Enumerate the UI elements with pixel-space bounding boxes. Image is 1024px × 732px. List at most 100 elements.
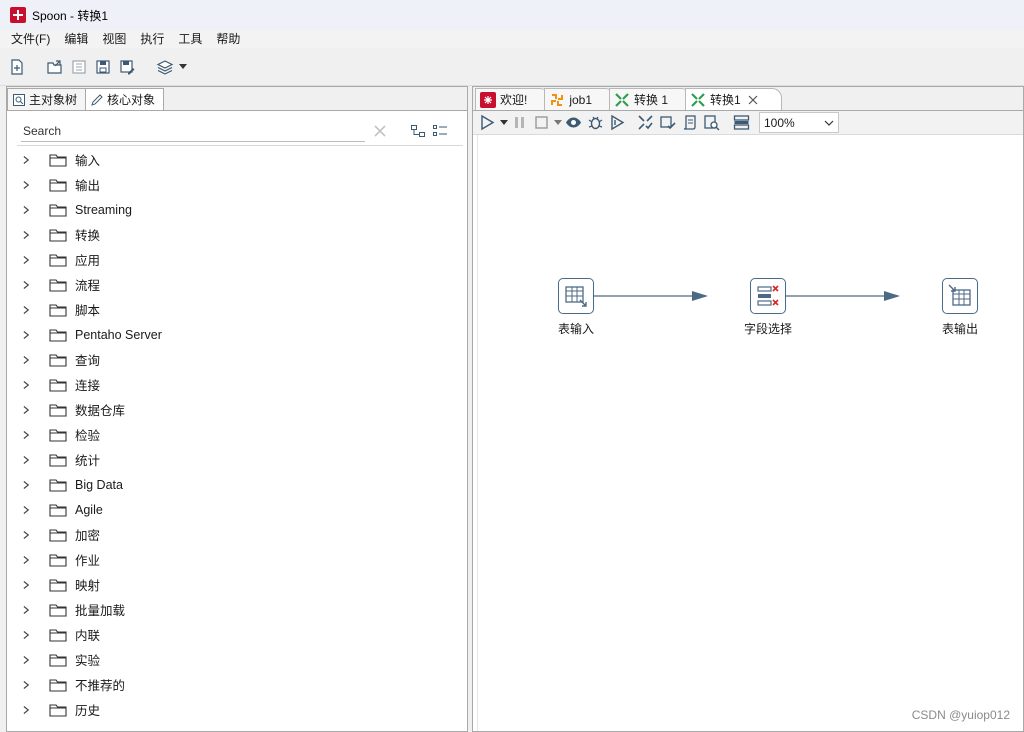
tab-core-objects[interactable]: 核心对象 (85, 88, 165, 110)
tree-category-item[interactable]: 检验 (7, 422, 467, 447)
step-select-values[interactable] (750, 278, 786, 314)
tree-category-item[interactable]: 连接 (7, 372, 467, 397)
chevron-right-icon[interactable] (19, 603, 33, 617)
chevron-right-icon[interactable] (19, 478, 33, 492)
editor-panel: 欢迎! job1 转换 1 转换1 100% 表输入 字段选择 表输出 (472, 86, 1024, 732)
tree-category-item[interactable]: 内联 (7, 622, 467, 647)
run-button[interactable] (477, 113, 497, 133)
tab-transformation-1[interactable]: 转换 1 (609, 88, 692, 110)
tree-category-item[interactable]: Agile (7, 497, 467, 522)
tree-category-item[interactable]: 历史 (7, 697, 467, 722)
verify-button[interactable] (635, 113, 655, 133)
chevron-right-icon[interactable] (19, 228, 33, 242)
new-file-button[interactable] (6, 56, 28, 78)
tree-category-item[interactable]: 转换 (7, 222, 467, 247)
chevron-right-icon[interactable] (19, 678, 33, 692)
chevron-right-icon[interactable] (19, 178, 33, 192)
tree-category-item[interactable]: 查询 (7, 347, 467, 372)
chevron-right-icon[interactable] (19, 278, 33, 292)
tree-category-item[interactable]: 加密 (7, 522, 467, 547)
tab-welcome[interactable]: 欢迎! (475, 88, 551, 110)
tree-category-item[interactable]: 数据仓库 (7, 397, 467, 422)
tree-category-item[interactable]: Pentaho Server (7, 322, 467, 347)
step-table-input[interactable] (558, 278, 594, 314)
tree-category-item[interactable]: 作业 (7, 547, 467, 572)
tab-main-object-tree[interactable]: 主对象树 (7, 88, 87, 110)
tree-category-item[interactable]: 不推荐的 (7, 672, 467, 697)
tab-transformation1[interactable]: 转换1 (685, 88, 782, 110)
table-input-icon (565, 286, 587, 307)
tree-view-icon (13, 93, 25, 106)
chevron-right-icon[interactable] (19, 153, 33, 167)
chevron-right-icon[interactable] (19, 503, 33, 517)
folder-icon (49, 353, 67, 367)
chevron-right-icon[interactable] (19, 328, 33, 342)
chevron-right-icon[interactable] (19, 553, 33, 567)
chevron-right-icon[interactable] (19, 528, 33, 542)
menu-run[interactable]: 执行 (133, 30, 171, 48)
job-icon (551, 93, 564, 106)
chevron-right-icon[interactable] (19, 628, 33, 642)
perspective-button[interactable] (154, 56, 176, 78)
folder-icon (49, 403, 67, 417)
chevron-right-icon[interactable] (19, 453, 33, 467)
tree-category-item[interactable]: 映射 (7, 572, 467, 597)
chevron-right-icon[interactable] (19, 303, 33, 317)
play-icon (480, 114, 494, 131)
save-as-button[interactable] (116, 56, 138, 78)
tree-category-label: 统计 (75, 454, 101, 468)
menu-edit[interactable]: 编辑 (57, 30, 95, 48)
open-file-button[interactable] (44, 56, 66, 78)
pause-button[interactable] (509, 113, 529, 133)
folder-icon (49, 328, 67, 342)
tree-category-item[interactable]: 脚本 (7, 297, 467, 322)
core-objects-tree: 输入 输出 Streaming 转换 应用 流程 脚本 Pentaho Server 查询 连接数… (7, 147, 467, 722)
menu-help[interactable]: 帮助 (209, 30, 247, 48)
show-results-button[interactable] (731, 113, 751, 133)
save-button[interactable] (92, 56, 114, 78)
perspective-dropdown[interactable] (178, 56, 188, 78)
preview-button[interactable] (563, 113, 583, 133)
tree-category-item[interactable]: 批量加载 (7, 597, 467, 622)
chevron-right-icon[interactable] (19, 703, 33, 717)
chevron-right-icon[interactable] (19, 653, 33, 667)
chevron-right-icon[interactable] (19, 253, 33, 267)
menu-view[interactable]: 视图 (95, 30, 133, 48)
run-dropdown[interactable] (499, 113, 509, 133)
zoom-select[interactable]: 100% (759, 112, 839, 133)
menu-file[interactable]: 文件(F) (4, 30, 57, 48)
tab-job1-label: job1 (569, 92, 593, 107)
stop-dropdown[interactable] (553, 113, 563, 133)
chevron-right-icon[interactable] (19, 403, 33, 417)
step-table-output[interactable] (942, 278, 978, 314)
explore-repository-button[interactable] (68, 56, 90, 78)
tree-category-label: 检验 (75, 429, 101, 443)
tree-category-item[interactable]: 应用 (7, 247, 467, 272)
list-view-button[interactable] (431, 122, 449, 140)
replay-button[interactable] (607, 113, 627, 133)
transformation-canvas[interactable]: 表输入 字段选择 表输出 (477, 135, 1023, 731)
clear-search-button[interactable] (371, 122, 389, 140)
tree-category-item[interactable]: 输入 (7, 147, 467, 172)
tree-category-item[interactable]: 统计 (7, 447, 467, 472)
sql-button[interactable] (679, 113, 699, 133)
tab-job1[interactable]: job1 (544, 88, 616, 110)
tree-category-item[interactable]: Streaming (7, 197, 467, 222)
chevron-right-icon[interactable] (19, 578, 33, 592)
chevron-right-icon[interactable] (19, 378, 33, 392)
chevron-right-icon[interactable] (19, 353, 33, 367)
menu-tools[interactable]: 工具 (171, 30, 209, 48)
close-tab-button[interactable] (747, 94, 759, 106)
tree-category-item[interactable]: 流程 (7, 272, 467, 297)
tree-category-item[interactable]: 实验 (7, 647, 467, 672)
impact-button[interactable] (657, 113, 677, 133)
tree-category-item[interactable]: 输出 (7, 172, 467, 197)
chevron-right-icon[interactable] (19, 203, 33, 217)
stop-button[interactable] (531, 113, 551, 133)
expand-tree-button[interactable] (409, 122, 427, 140)
search-input[interactable] (21, 120, 365, 142)
debug-button[interactable] (585, 113, 605, 133)
explore-db-button[interactable] (701, 113, 721, 133)
tree-category-item[interactable]: Big Data (7, 472, 467, 497)
chevron-right-icon[interactable] (19, 428, 33, 442)
